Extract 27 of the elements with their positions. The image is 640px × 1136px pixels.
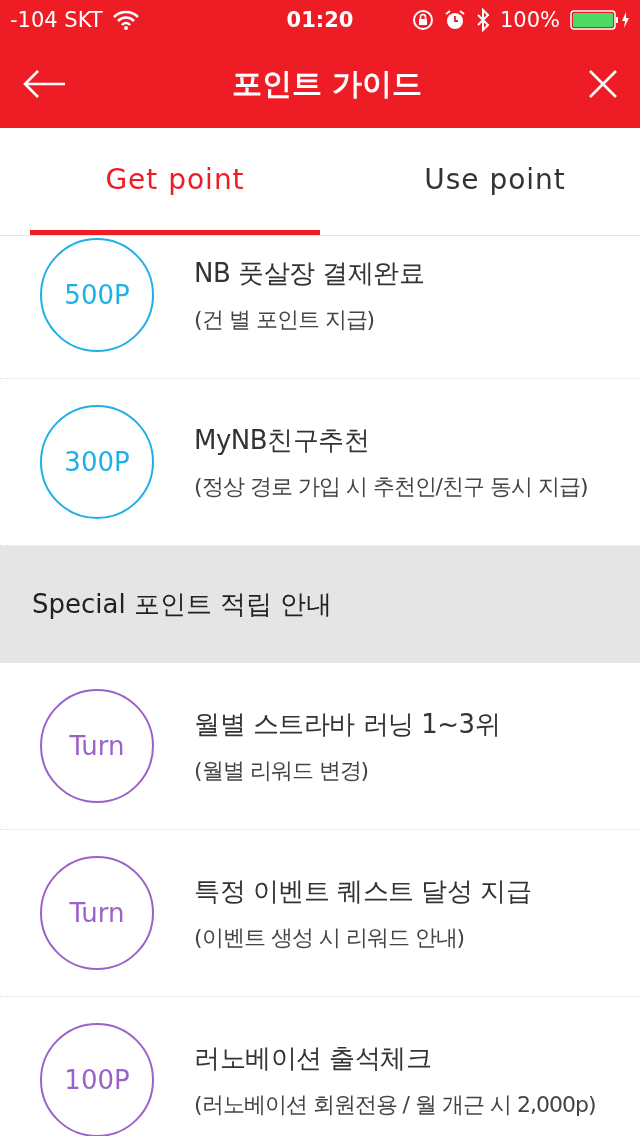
item-title: 월별 스트라바 러닝 1~3위 bbox=[194, 707, 501, 741]
battery-icon bbox=[570, 10, 630, 30]
back-arrow-icon[interactable] bbox=[22, 69, 66, 99]
points-badge: 100P bbox=[40, 1023, 154, 1136]
section-title: Special 포인트 적립 안내 bbox=[32, 588, 333, 621]
clock-text: 01:20 bbox=[286, 8, 354, 32]
item-subtitle: (정상 경로 가입 시 추천인/친구 동시 지급) bbox=[194, 472, 588, 501]
points-badge: 500P bbox=[40, 238, 154, 352]
item-subtitle: (월별 리워드 변경) bbox=[194, 756, 370, 785]
item-subtitle: (러노베이션 회원전용 / 월 개근 시 2,000p) bbox=[194, 1090, 596, 1119]
item-subtitle: (건 별 포인트 지급) bbox=[194, 305, 376, 334]
item-title: 특정 이벤트 퀘스트 달성 지급 bbox=[194, 874, 532, 908]
points-badge: Turn bbox=[40, 856, 154, 970]
item-title: MyNB친구추천 bbox=[194, 423, 371, 457]
item-subtitle: (이벤트 생성 시 리워드 안내) bbox=[194, 923, 466, 952]
page-title: 포인트 가이드 bbox=[231, 64, 423, 103]
rotation-lock-icon bbox=[411, 9, 434, 31]
battery-text: 100% bbox=[499, 8, 560, 32]
points-badge: 300P bbox=[40, 405, 154, 519]
wifi-icon bbox=[112, 10, 139, 30]
carrier-text: -104 SKT bbox=[10, 8, 103, 32]
item-title: NB 풋살장 결제완료 bbox=[194, 256, 425, 290]
points-badge: Turn bbox=[40, 689, 154, 803]
bluetooth-icon bbox=[475, 8, 490, 32]
close-icon[interactable] bbox=[588, 69, 618, 99]
item-title: 러노베이션 출석체크 bbox=[194, 1041, 433, 1075]
alarm-icon bbox=[443, 9, 466, 31]
